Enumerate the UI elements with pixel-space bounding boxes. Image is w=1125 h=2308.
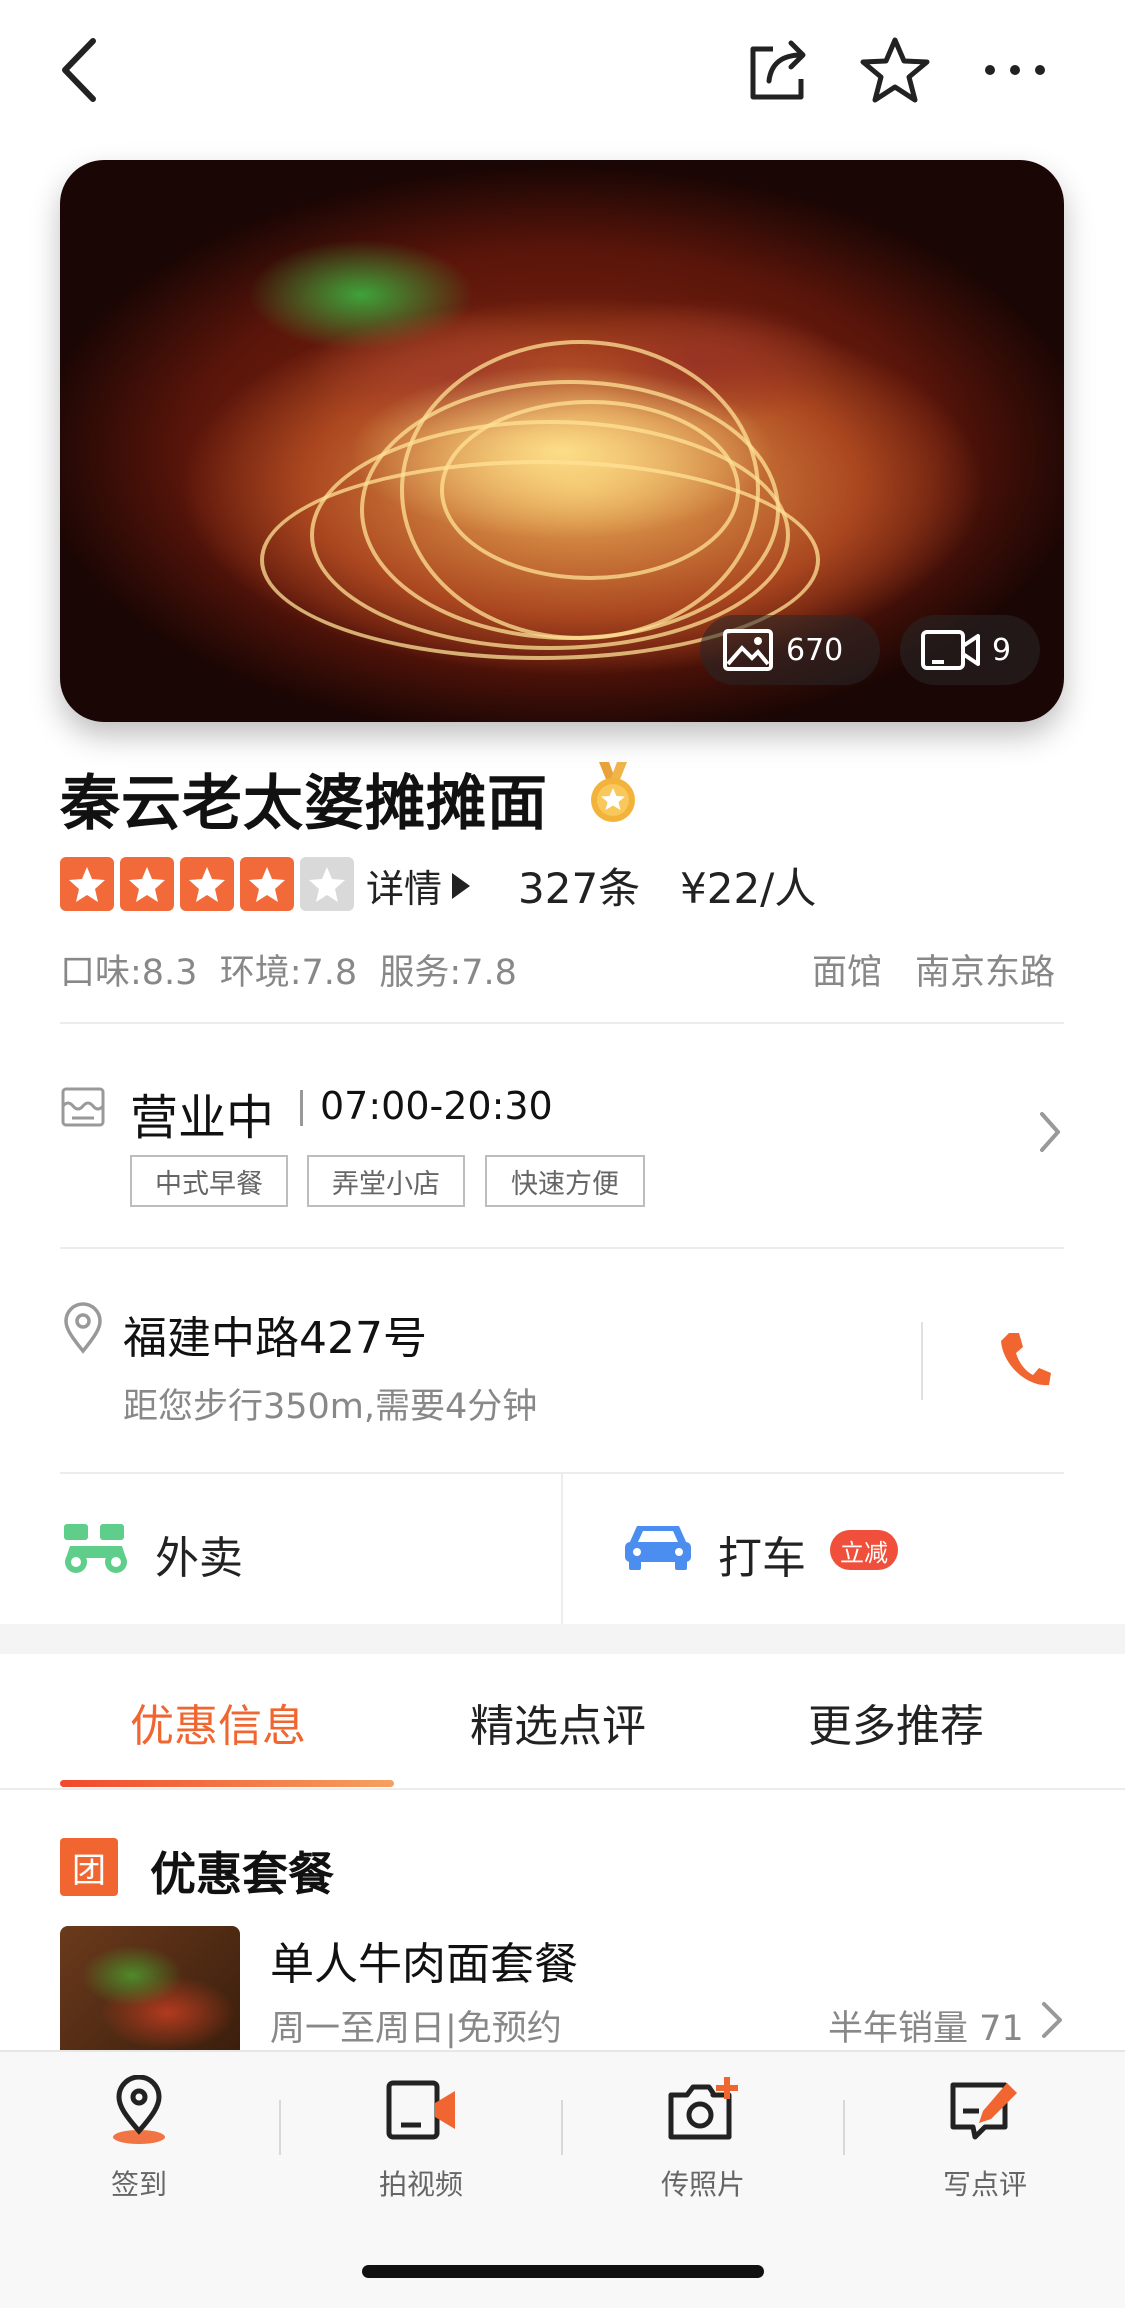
review-count[interactable]: 327条 xyxy=(518,855,640,916)
image-icon xyxy=(723,629,773,671)
sub-scores: 口味:8.3 环境:7.8 服务:7.8 xyxy=(60,953,517,993)
chevron-left-icon xyxy=(62,38,96,102)
back-button[interactable] xyxy=(40,30,120,110)
triangle-right-icon xyxy=(452,872,471,899)
scooter-icon xyxy=(60,1518,132,1580)
star-outline-icon xyxy=(860,37,930,103)
phone-icon xyxy=(1001,1333,1051,1386)
deal-thumbnail xyxy=(60,1926,240,2050)
edit-review-icon xyxy=(950,2082,1017,2140)
toolbar-separator xyxy=(279,2100,281,2155)
tab-recommendations[interactable]: 更多推荐 xyxy=(808,1690,984,1754)
star-empty-icon xyxy=(300,857,354,911)
video-count-badge[interactable]: 9 xyxy=(900,615,1040,685)
opening-hours: 07:00-20:30 xyxy=(320,1084,553,1128)
tab-reviews[interactable]: 精选点评 xyxy=(470,1690,646,1754)
star-filled-icon xyxy=(240,857,294,911)
taxi-label: 打车 xyxy=(718,1533,806,1584)
group-buy-icon: 团 xyxy=(60,1838,118,1896)
category-link[interactable]: 面馆 xyxy=(812,944,882,995)
deal-subtitle: 周一至周日|免预约 xyxy=(270,2009,562,2049)
tab-deals[interactable]: 优惠信息 xyxy=(130,1690,306,1754)
star-filled-icon xyxy=(60,857,114,911)
discount-badge: 立减 xyxy=(830,1530,898,1570)
storefront-icon xyxy=(60,1086,106,1132)
tabs-divider xyxy=(0,1788,1125,1790)
upload-photo-button[interactable]: 传照片 xyxy=(633,2075,773,2203)
photo-count-badge[interactable]: 670 xyxy=(700,615,880,685)
group-buy-icon-text: 团 xyxy=(72,1850,106,1891)
video-camera-icon xyxy=(386,2080,455,2140)
write-review-label: 写点评 xyxy=(942,2168,1027,2201)
active-tab-indicator xyxy=(60,1780,394,1787)
call-button[interactable] xyxy=(985,1320,1065,1400)
record-video-label: 拍视频 xyxy=(378,2168,463,2201)
walking-distance: 距您步行350m,需要4分钟 xyxy=(123,1387,538,1427)
chevron-right-icon xyxy=(1038,1110,1062,1158)
delivery-label: 外卖 xyxy=(155,1533,243,1584)
star-filled-icon xyxy=(180,857,234,911)
write-review-button[interactable]: 写点评 xyxy=(915,2075,1055,2203)
vertical-divider xyxy=(921,1322,923,1400)
chevron-right-icon xyxy=(1040,2000,1064,2044)
street-address: 福建中路427号 xyxy=(123,1313,427,1364)
deal-sales: 半年销量 71 xyxy=(828,2009,1024,2049)
section-gap xyxy=(0,1624,1125,1654)
tag-item: 中式早餐 xyxy=(130,1155,288,1207)
star-filled-icon xyxy=(120,857,174,911)
more-button[interactable] xyxy=(975,30,1055,110)
camera-plus-icon xyxy=(668,2077,738,2140)
share-icon xyxy=(750,40,806,100)
home-indicator xyxy=(362,2265,764,2278)
area-link[interactable]: 南京东路 xyxy=(915,944,1055,995)
check-in-label: 签到 xyxy=(110,2168,167,2201)
record-video-button[interactable]: 拍视频 xyxy=(351,2075,491,2203)
tag-item: 弄堂小店 xyxy=(307,1155,465,1207)
details-link[interactable]: 详情 xyxy=(366,858,472,913)
video-icon xyxy=(921,630,980,670)
check-in-button[interactable]: 签到 xyxy=(69,2074,209,2203)
share-button[interactable] xyxy=(738,30,818,110)
average-price: ¥22/人 xyxy=(680,864,817,913)
video-count: 9 xyxy=(992,632,1012,668)
deal-name: 单人牛肉面套餐 xyxy=(270,1939,578,1990)
favorite-button[interactable] xyxy=(855,30,935,110)
photo-count: 670 xyxy=(786,632,844,668)
gold-medal-icon xyxy=(585,760,641,830)
upload-photo-label: 传照片 xyxy=(660,2168,745,2201)
section-title: 优惠套餐 xyxy=(150,1847,334,1901)
details-label: 详情 xyxy=(366,867,443,911)
location-pin-icon xyxy=(113,2074,165,2144)
toolbar-separator xyxy=(561,2100,563,2155)
toolbar-separator xyxy=(843,2100,845,2155)
tag-item: 快速方便 xyxy=(485,1155,645,1207)
hours-separator xyxy=(300,1090,303,1126)
divider xyxy=(60,1022,1064,1024)
divider xyxy=(60,1247,1064,1249)
car-icon xyxy=(623,1518,693,1578)
location-pin-icon xyxy=(62,1302,104,1358)
restaurant-name: 秦云老太婆摊摊面 xyxy=(60,769,548,839)
more-icon xyxy=(985,65,1045,75)
open-status: 营业中 xyxy=(130,1090,275,1146)
